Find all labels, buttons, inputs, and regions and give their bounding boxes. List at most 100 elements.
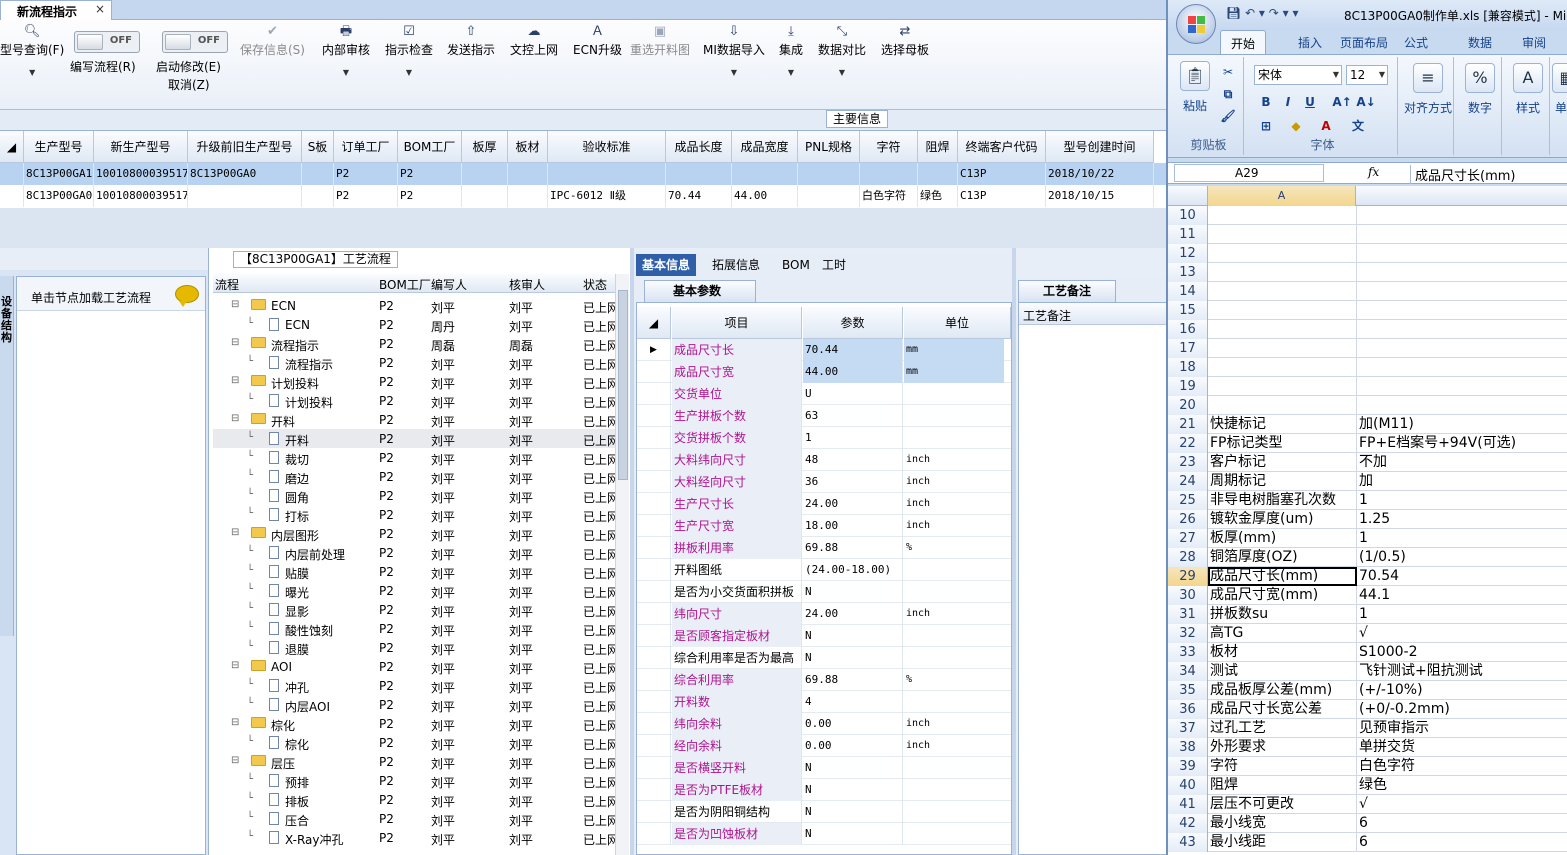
cell-b[interactable]: 加(M11) xyxy=(1357,415,1567,434)
param-value[interactable]: N xyxy=(803,823,903,845)
cell-b[interactable]: 70.54 xyxy=(1357,567,1567,586)
cell-b[interactable]: √ xyxy=(1357,795,1567,814)
instruction-check-button[interactable]: ☑ 指示检查 ▼ xyxy=(385,23,433,77)
horizontal-splitter[interactable] xyxy=(0,208,1168,248)
param-row[interactable]: 是否为小交货面积拼板 N xyxy=(637,581,1011,603)
row-number[interactable]: 13 xyxy=(1168,263,1208,282)
style-button[interactable]: A 样式 xyxy=(1506,63,1550,116)
grid-col-header[interactable]: 板材 xyxy=(508,131,548,163)
param-row[interactable]: 综合利用率是否为最高 N xyxy=(637,647,1011,669)
param-row[interactable]: 是否为阴阳铜结构 N xyxy=(637,801,1011,823)
param-value[interactable]: 18.00 xyxy=(803,515,903,537)
tree-row[interactable]: └ 预排 P2 刘平 刘平 已上网 xyxy=(213,771,615,790)
grid-col-header[interactable]: 订单工厂 xyxy=(334,131,398,163)
cell-a[interactable]: 字符 xyxy=(1208,757,1357,776)
row-number[interactable]: 33 xyxy=(1168,643,1208,662)
side-tab[interactable]: 设备结构 xyxy=(0,276,14,636)
row-number[interactable]: 28 xyxy=(1168,548,1208,567)
param-row[interactable]: ▶ 成品尺寸长 70.44 mm xyxy=(637,339,1011,361)
cell-b[interactable] xyxy=(1357,320,1567,339)
cell-a[interactable]: 铜箔厚度(OZ) xyxy=(1208,548,1357,567)
row-number[interactable]: 30 xyxy=(1168,586,1208,605)
shrink-font-icon[interactable]: A↓ xyxy=(1356,93,1376,111)
param-tab[interactable]: BOM xyxy=(776,254,816,276)
file-upload-button[interactable]: ☁ 文控上网 xyxy=(510,23,558,58)
grid-col-header[interactable]: S板 xyxy=(302,131,334,163)
row-number[interactable]: 22 xyxy=(1168,434,1208,453)
cell-a[interactable] xyxy=(1208,301,1357,320)
tree-row[interactable]: └ 磨边 P2 刘平 刘平 已上网 xyxy=(213,467,615,486)
cell-b[interactable] xyxy=(1357,396,1567,415)
select-all-corner[interactable] xyxy=(1168,186,1208,206)
row-number[interactable]: 21 xyxy=(1168,415,1208,434)
cell-a[interactable]: 板材 xyxy=(1208,643,1357,662)
param-tab[interactable]: 拓展信息 xyxy=(706,254,766,276)
row-number[interactable]: 35 xyxy=(1168,681,1208,700)
row-number[interactable]: 24 xyxy=(1168,472,1208,491)
row-number[interactable]: 23 xyxy=(1168,453,1208,472)
cell-b[interactable]: 1 xyxy=(1357,605,1567,624)
tree-row[interactable]: └ 酸性蚀刻 P2 刘平 刘平 已上网 xyxy=(213,619,615,638)
cell-a[interactable] xyxy=(1208,377,1357,396)
table-row[interactable]: 8C13P00GA0 10010800039517 P2 P2 IPC-6012 Ⅱ级 7… xyxy=(0,185,1168,207)
row-number[interactable]: 36 xyxy=(1168,700,1208,719)
ribbon-tab[interactable]: 插入 xyxy=(1298,34,1322,51)
param-row[interactable]: 是否为凹蚀板材 N xyxy=(637,823,1011,845)
tree-row[interactable]: └ 流程指示 P2 刘平 刘平 已上网 xyxy=(213,353,615,372)
cell-a[interactable] xyxy=(1208,225,1357,244)
border-icon[interactable]: ⊞ xyxy=(1256,117,1276,135)
cell-b[interactable] xyxy=(1357,206,1567,225)
tree-row[interactable]: └ 开料 P2 刘平 刘平 已上网 xyxy=(213,429,615,448)
cut-icon[interactable]: ✂ xyxy=(1218,63,1238,81)
cell-b[interactable]: FP+E档案号+94V(可选) xyxy=(1357,434,1567,453)
select-master-button[interactable]: ⇄ 选择母板 xyxy=(881,23,929,58)
cell-a[interactable]: 快捷标记 xyxy=(1208,415,1357,434)
cell-b[interactable] xyxy=(1357,263,1567,282)
name-box[interactable]: A29 xyxy=(1174,164,1324,182)
row-number[interactable]: 31 xyxy=(1168,605,1208,624)
row-number[interactable]: 20 xyxy=(1168,396,1208,415)
grid-col-header[interactable]: PNL规格 xyxy=(798,131,860,163)
row-number[interactable]: 32 xyxy=(1168,624,1208,643)
model-query-button[interactable]: 🔍︎ 型号查询(F) ▼ xyxy=(0,23,64,77)
tree-row[interactable]: ⊟ 棕化 P2 刘平 刘平 已上网 xyxy=(213,714,615,733)
param-value[interactable]: N xyxy=(803,625,903,647)
cell-b[interactable] xyxy=(1357,282,1567,301)
cell-b[interactable]: 1.25 xyxy=(1357,510,1567,529)
cell-a[interactable]: FP标记类型 xyxy=(1208,434,1357,453)
cell-b[interactable]: 不加 xyxy=(1357,453,1567,472)
row-number[interactable]: 14 xyxy=(1168,282,1208,301)
cell-a[interactable]: 层压不可更改 xyxy=(1208,795,1357,814)
tree-expander[interactable]: ⊟ xyxy=(231,527,239,538)
cell-b[interactable] xyxy=(1357,244,1567,263)
cells-button[interactable]: ▦ 单元 xyxy=(1552,63,1567,116)
tree-row[interactable]: └ ECN P2 周丹 刘平 已上网 xyxy=(213,315,615,334)
cell-a[interactable]: 最小线距 xyxy=(1208,833,1357,852)
tree-row[interactable]: └ 退膜 P2 刘平 刘平 已上网 xyxy=(213,638,615,657)
cell-a[interactable] xyxy=(1208,206,1357,225)
cell-b[interactable]: 加 xyxy=(1357,472,1567,491)
cell-b[interactable] xyxy=(1357,301,1567,320)
row-number[interactable]: 41 xyxy=(1168,795,1208,814)
cell-b[interactable]: 1 xyxy=(1357,529,1567,548)
cell-b[interactable]: 单拼交货 xyxy=(1357,738,1567,757)
data-compare-button[interactable]: ⤡ 数据对比 ▼ xyxy=(818,23,866,77)
grid-col-header[interactable]: 终端客户代码 xyxy=(958,131,1046,163)
param-value[interactable]: N xyxy=(803,581,903,603)
cell-a[interactable]: 阻焊 xyxy=(1208,776,1357,795)
tree-col-header[interactable]: BOM工厂 xyxy=(379,276,431,293)
cell-a[interactable]: 成品板厚公差(mm) xyxy=(1208,681,1357,700)
param-row[interactable]: 是否横竖开料 N xyxy=(637,757,1011,779)
copy-icon[interactable]: ⧉ xyxy=(1218,85,1238,103)
format-painter-icon[interactable]: 🖌︎ xyxy=(1218,107,1238,125)
cell-a[interactable]: 拼板数su xyxy=(1208,605,1357,624)
cell-b[interactable] xyxy=(1357,358,1567,377)
tree-row[interactable]: └ X-Ray冲孔 P2 刘平 刘平 已上网 xyxy=(213,828,615,847)
cell-b[interactable] xyxy=(1357,377,1567,396)
tree-row[interactable]: └ 冲孔 P2 刘平 刘平 已上网 xyxy=(213,676,615,695)
row-number[interactable]: 16 xyxy=(1168,320,1208,339)
row-number[interactable]: 42 xyxy=(1168,814,1208,833)
row-number[interactable]: 25 xyxy=(1168,491,1208,510)
row-number[interactable]: 12 xyxy=(1168,244,1208,263)
row-number[interactable]: 17 xyxy=(1168,339,1208,358)
